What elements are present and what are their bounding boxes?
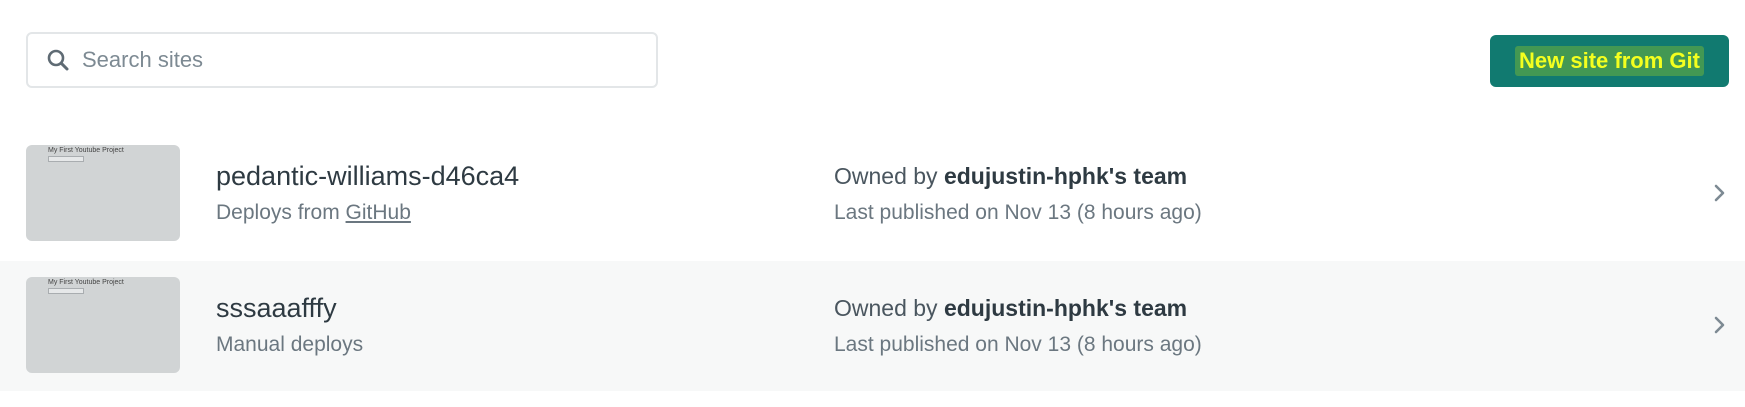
sites-page: New site from Git My First Youtube Proje… — [0, 0, 1745, 407]
search-input[interactable] — [82, 40, 642, 80]
thumbnail-title: My First Youtube Project — [48, 147, 124, 154]
last-published: Last published on Nov 13 (8 hours ago) — [834, 333, 1202, 356]
site-deploy-info: Deploys from GitHub — [216, 201, 411, 225]
owner-prefix: Owned by — [834, 295, 944, 321]
thumbnail-input-shape — [48, 156, 84, 162]
deploy-prefix: Deploys from — [216, 201, 346, 224]
search-box[interactable] — [26, 32, 658, 88]
site-row[interactable]: My First Youtube Project sssaaafffy Manu… — [0, 261, 1745, 391]
site-deploy-info: Manual deploys — [216, 333, 364, 356]
github-link[interactable]: GitHub — [346, 201, 411, 224]
site-owner: Owned by edujustin-hphk's team — [834, 295, 1187, 322]
owner-team: edujustin-hphk's team — [943, 295, 1188, 321]
site-row[interactable]: My First Youtube Project pedantic-willia… — [0, 129, 1745, 259]
site-name[interactable]: pedantic-williams-d46ca4 — [216, 161, 519, 192]
site-owner: Owned by edujustin-hphk's team — [834, 163, 1187, 190]
new-site-from-git-button[interactable]: New site from Git — [1490, 35, 1729, 87]
site-name[interactable]: sssaaafffy — [216, 293, 337, 324]
owner-prefix: Owned by — [834, 163, 944, 189]
chevron-right-icon[interactable] — [1712, 181, 1728, 205]
thumbnail-input-shape — [48, 288, 84, 294]
chevron-right-icon[interactable] — [1712, 313, 1728, 337]
owner-team: edujustin-hphk's team — [943, 163, 1188, 189]
last-published: Last published on Nov 13 (8 hours ago) — [834, 201, 1202, 224]
site-thumbnail: My First Youtube Project — [26, 145, 180, 241]
site-thumbnail: My First Youtube Project — [26, 277, 180, 373]
search-icon — [44, 46, 72, 74]
thumbnail-title: My First Youtube Project — [48, 279, 124, 286]
new-site-button-label: New site from Git — [1515, 46, 1704, 76]
